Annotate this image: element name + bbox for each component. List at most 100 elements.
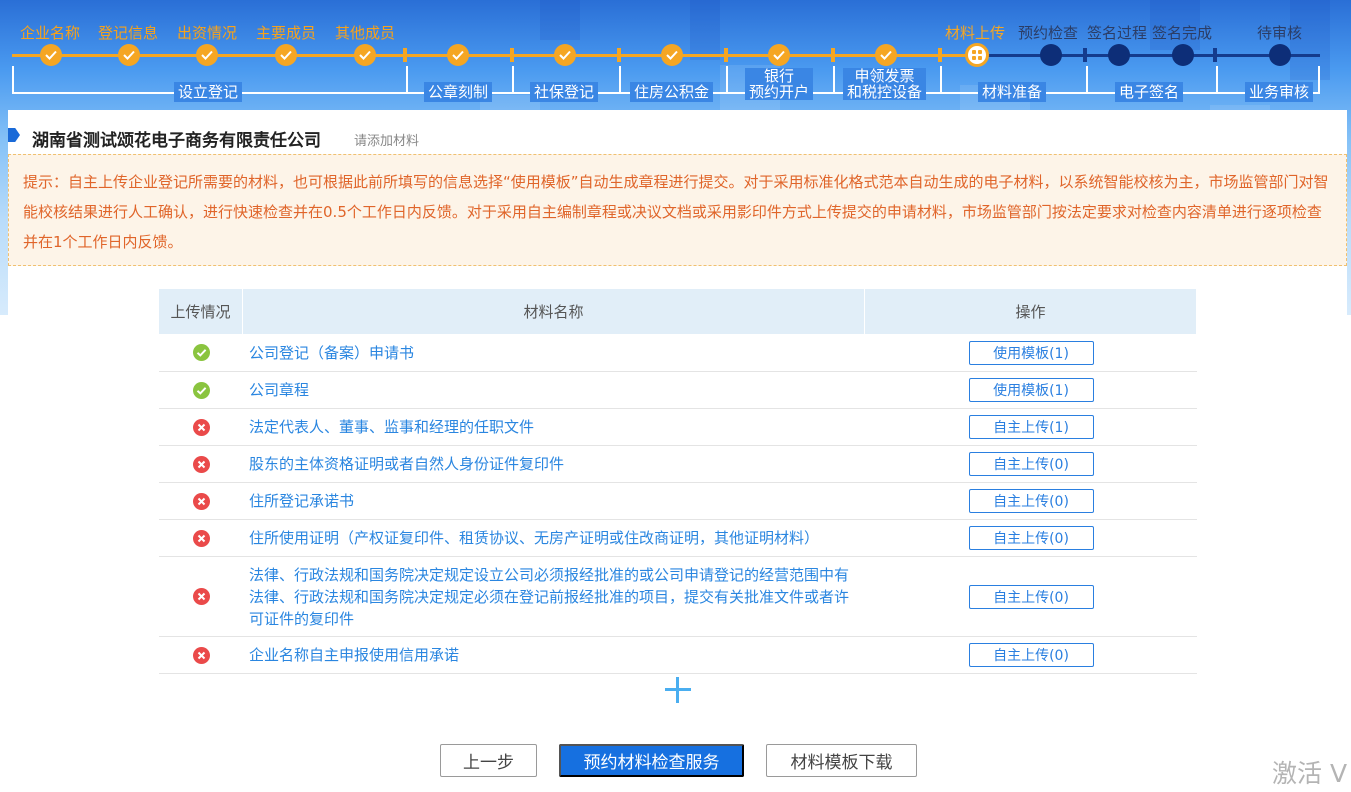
progress-line-done — [12, 54, 970, 57]
step-tick — [1213, 48, 1217, 62]
step-pending-icon[interactable] — [1040, 44, 1062, 66]
group-divider — [726, 66, 728, 94]
group-label-housing-fund: 住房公积金 — [630, 82, 714, 102]
table-row: 法定代表人、董事、监事和经理的任职文件 自主上传(1) — [159, 409, 1197, 446]
group-label-invoice-line2: 和税控设备 — [847, 83, 923, 101]
step-tick — [724, 48, 728, 62]
group-divider — [619, 66, 621, 94]
step-current-icon[interactable] — [965, 43, 989, 67]
self-upload-button[interactable]: 自主上传(1) — [968, 415, 1094, 439]
step-pending-icon[interactable] — [1172, 44, 1194, 66]
notice-box: 提示：自主上传企业登记所需要的材料，也可根据此前所填写的信息选择“使用模板”自动… — [8, 154, 1347, 266]
material-name-link[interactable]: 公司章程 — [243, 372, 865, 408]
step-tick — [1083, 48, 1087, 62]
step-label-signing-complete[interactable]: 签名完成 — [1152, 22, 1212, 43]
step-done-check-icon[interactable] — [275, 44, 297, 66]
step-label-company-name[interactable]: 企业名称 — [20, 22, 80, 43]
step-tick — [403, 48, 407, 62]
not-uploaded-x-icon — [192, 646, 210, 664]
material-name-link[interactable]: 住所登记承诺书 — [243, 483, 865, 519]
step-tick — [617, 48, 621, 62]
step-label-main-members[interactable]: 主要成员 — [256, 22, 316, 43]
step-done-check-icon[interactable] — [768, 44, 790, 66]
add-material-plus-icon[interactable] — [665, 677, 691, 703]
material-name-link[interactable]: 股东的主体资格证明或者自然人身份证件复印件 — [243, 446, 865, 482]
group-divider — [1318, 66, 1320, 94]
uploaded-check-icon — [192, 344, 210, 361]
table-header: 上传情况 材料名称 操作 — [159, 289, 1197, 334]
self-upload-button[interactable]: 自主上传(0) — [968, 584, 1094, 609]
group-label-bank-line2: 预约开户 — [749, 83, 810, 101]
group-divider — [833, 66, 835, 94]
step-done-check-icon[interactable] — [554, 44, 576, 66]
group-divider — [1216, 66, 1218, 94]
group-label-social-security: 社保登记 — [530, 82, 599, 102]
header-upload-status: 上传情况 — [159, 289, 243, 334]
group-label-bank: 银行 预约开户 — [745, 67, 814, 101]
group-label-business-review: 业务审核 — [1245, 82, 1314, 102]
self-upload-button[interactable]: 自主上传(0) — [968, 643, 1094, 667]
table-row: 股东的主体资格证明或者自然人身份证件复印件 自主上传(0) — [159, 446, 1197, 483]
step-done-check-icon[interactable] — [661, 44, 683, 66]
material-table: 上传情况 材料名称 操作 公司登记（备案）申请书 使用模板(1) 公司章程 使用… — [159, 289, 1197, 674]
company-name: 湖南省测试颂花电子商务有限责任公司 — [32, 131, 321, 151]
step-done-check-icon[interactable] — [447, 44, 469, 66]
table-row: 住所使用证明（产权证复印件、租赁协议、无房产证明或住改商证明，其他证明材料） 自… — [159, 520, 1197, 557]
step-done-check-icon[interactable] — [196, 44, 218, 66]
self-upload-button[interactable]: 自主上传(0) — [968, 526, 1094, 550]
activation-watermark: 激活 V — [1272, 759, 1348, 788]
step-label-capital[interactable]: 出资情况 — [177, 22, 237, 43]
section-marker-icon — [8, 128, 20, 142]
step-done-check-icon[interactable] — [354, 44, 376, 66]
group-label-seal: 公章刻制 — [424, 82, 493, 102]
template-download-button[interactable]: 材料模板下载 — [766, 744, 917, 777]
table-row: 住所登记承诺书 自主上传(0) — [159, 483, 1197, 520]
material-name-link[interactable]: 住所使用证明（产权证复印件、租赁协议、无房产证明或住改商证明，其他证明材料） — [243, 520, 865, 556]
not-uploaded-x-icon — [192, 529, 210, 547]
group-divider — [940, 66, 942, 94]
not-uploaded-x-icon — [192, 588, 210, 605]
step-tick — [938, 48, 942, 62]
step-pending-icon[interactable] — [1108, 44, 1130, 66]
book-material-check-button[interactable]: 预约材料检查服务 — [559, 744, 744, 777]
step-label-registration-info[interactable]: 登记信息 — [98, 22, 158, 43]
material-name-link[interactable]: 法律、行政法规和国务院决定规定设立公司必须报经批准的或公司申请登记的经营范围中有… — [243, 557, 865, 636]
step-pending-icon[interactable] — [1269, 44, 1291, 66]
step-label-pending-review[interactable]: 待审核 — [1257, 22, 1302, 43]
use-template-button[interactable]: 使用模板(1) — [968, 378, 1094, 402]
step-tick — [510, 48, 514, 62]
step-done-check-icon[interactable] — [875, 44, 897, 66]
step-label-signing-process[interactable]: 签名过程 — [1087, 22, 1147, 43]
step-done-check-icon[interactable] — [40, 44, 62, 66]
group-divider — [406, 66, 408, 94]
step-done-check-icon[interactable] — [118, 44, 140, 66]
self-upload-button[interactable]: 自主上传(0) — [968, 452, 1094, 476]
header-material-name: 材料名称 — [243, 289, 865, 334]
group-label-material-prep: 材料准备 — [978, 82, 1047, 102]
material-name-link[interactable]: 公司登记（备案）申请书 — [243, 334, 865, 371]
table-row: 企业名称自主申报使用信用承诺 自主上传(0) — [159, 637, 1197, 674]
group-label-e-signature: 电子签名 — [1115, 82, 1184, 102]
material-name-link[interactable]: 企业名称自主申报使用信用承诺 — [243, 637, 865, 673]
step-tick — [831, 48, 835, 62]
prev-step-button[interactable]: 上一步 — [440, 744, 537, 777]
step-label-material-upload[interactable]: 材料上传 — [945, 22, 1005, 43]
self-upload-button[interactable]: 自主上传(0) — [968, 489, 1094, 513]
not-uploaded-x-icon — [192, 492, 210, 510]
group-divider — [1086, 66, 1088, 94]
table-row: 公司章程 使用模板(1) — [159, 372, 1197, 409]
header-operation: 操作 — [865, 289, 1197, 334]
group-divider — [512, 66, 514, 94]
not-uploaded-x-icon — [192, 455, 210, 473]
material-name-link[interactable]: 法定代表人、董事、监事和经理的任职文件 — [243, 409, 865, 445]
uploaded-check-icon — [192, 381, 210, 399]
step-label-appointment-check[interactable]: 预约检查 — [1018, 22, 1078, 43]
table-row: 公司登记（备案）申请书 使用模板(1) — [159, 334, 1197, 372]
add-material-hint: 请添加材料 — [354, 134, 420, 149]
not-uploaded-x-icon — [192, 418, 210, 436]
table-row: 法律、行政法规和国务院决定规定设立公司必须报经批准的或公司申请登记的经营范围中有… — [159, 557, 1197, 637]
group-label-bank-line1: 银行 — [764, 67, 795, 85]
step-label-other-members[interactable]: 其他成员 — [335, 22, 395, 43]
group-label-invoice-line1: 申领发票 — [854, 67, 915, 85]
use-template-button[interactable]: 使用模板(1) — [968, 340, 1094, 365]
